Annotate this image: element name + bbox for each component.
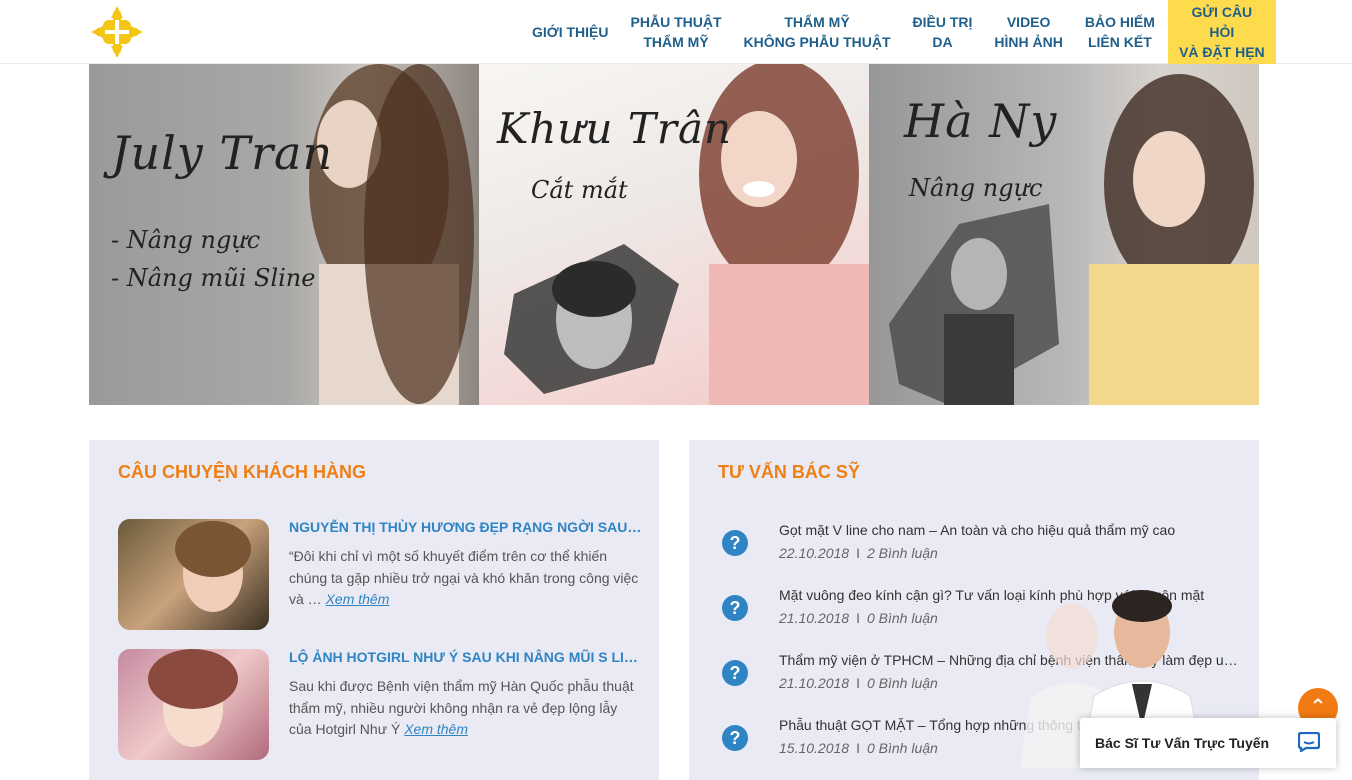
woman-photo-icon [1089, 74, 1259, 405]
nav-cta-button[interactable]: GỬI CÂU HỎI VÀ ĐẶT HẸN [1167, 0, 1276, 64]
story-title-link[interactable]: NGUYỄN THỊ THÙY HƯƠNG ĐẸP RẠNG NGỜI SAU … [289, 519, 643, 535]
before-photo-icon [889, 204, 1059, 405]
logo-icon[interactable] [89, 4, 145, 60]
nav-tham-my-khong-phau-thuat[interactable]: THẨM MỸ KHÔNG PHẪU THUẬT [733, 0, 902, 64]
question-icon: ? [722, 530, 748, 556]
story-excerpt: Sau khi được Bệnh viện thẩm mỹ Hàn Quốc … [289, 678, 634, 737]
story-thumbnail[interactable] [118, 649, 269, 760]
consult-title-link[interactable]: Gọt mặt V line cho nam – An toàn và cho … [779, 522, 1244, 538]
consult-meta: 21.10.2018 I 0 Bình luận [779, 610, 938, 626]
consult-meta: 15.10.2018 I 0 Bình luận [779, 740, 938, 756]
banner-service: - Nâng ngực [111, 226, 261, 254]
nav-bao-hiem-lien-ket[interactable]: BẢO HIỂM LIÊN KẾT [1074, 0, 1166, 64]
section-title: CÂU CHUYỆN KHÁCH HÀNG [118, 462, 367, 482]
woman-photo-icon [309, 64, 474, 405]
nav-dieu-tri-da[interactable]: ĐIỀU TRỊ DA [902, 0, 984, 64]
read-more-link[interactable]: Xem thêm [326, 591, 390, 607]
site-header: GIỚI THIỆU PHẪU THUẬT THẨM MỸ THẨM MỸ KHÔN… [0, 0, 1352, 64]
consult-meta: 21.10.2018 I 0 Bình luận [779, 675, 938, 691]
nav-video-hinh-anh[interactable]: VIDEO HÌNH ẢNH [983, 0, 1073, 64]
banner-july-tran[interactable]: July Tran - Nâng ngực - Nâng mũi Sline [89, 64, 479, 405]
story-item: NGUYỄN THỊ THÙY HƯƠNG ĐẸP RẠNG NGỜI SAU … [118, 519, 643, 631]
portrait-icon [175, 521, 251, 612]
question-icon: ? [722, 595, 748, 621]
banner-ha-ny[interactable]: Hà Ny Nâng ngực [869, 64, 1259, 405]
nav-gioi-thieu[interactable]: GIỚI THIỆU [521, 0, 620, 64]
before-photo-icon [504, 244, 679, 394]
story-title-link[interactable]: LỘ ẢNH HOTGIRL NHƯ Ý SAU KHI NÂNG MŨI S … [289, 649, 643, 665]
live-chat-widget[interactable]: Bác Sĩ Tư Vấn Trực Tuyến [1080, 718, 1336, 768]
customer-stories-panel: CÂU CHUYỆN KHÁCH HÀNG NGUYỄN THỊ THÙY HƯ… [89, 440, 659, 780]
chevron-up-icon: ⌃ [1309, 696, 1327, 718]
banner-name: July Tran [111, 126, 334, 180]
chat-label: Bác Sĩ Tư Vấn Trực Tuyến [1095, 735, 1270, 751]
consult-meta: 22.10.2018 I 2 Bình luận [779, 545, 938, 561]
banner-name: Hà Ny [904, 94, 1058, 148]
banner-service: - Nâng mũi Sline [111, 264, 316, 292]
story-excerpt: “Đôi khi chỉ vì một số khuyết điểm trên … [289, 548, 639, 607]
section-title: TƯ VẤN BÁC SỸ [718, 462, 860, 482]
banner-name: Khưu Trân [497, 104, 733, 153]
question-icon: ? [722, 660, 748, 686]
banner-service: Nâng ngực [909, 174, 1043, 202]
read-more-link[interactable]: Xem thêm [404, 721, 468, 737]
main-nav: GIỚI THIỆU PHẪU THUẬT THẨM MỸ THẨM MỸ KHÔN… [521, 0, 1276, 64]
consult-item: ? Gọt mặt V line cho nam – An toàn và ch… [722, 522, 1242, 568]
banner-service: Cắt mắt [531, 176, 628, 204]
chat-bubble-icon[interactable] [1298, 732, 1320, 752]
banner-khuu-tran[interactable]: Khưu Trân Cắt mắt [479, 64, 869, 405]
story-item: LỘ ẢNH HOTGIRL NHƯ Ý SAU KHI NÂNG MŨI S … [118, 649, 643, 761]
nav-phau-thuat-tham-my[interactable]: PHẪU THUẬT THẨM MỸ [620, 0, 733, 64]
story-thumbnail[interactable] [118, 519, 269, 630]
question-icon: ? [722, 725, 748, 751]
portrait-icon [148, 649, 238, 747]
